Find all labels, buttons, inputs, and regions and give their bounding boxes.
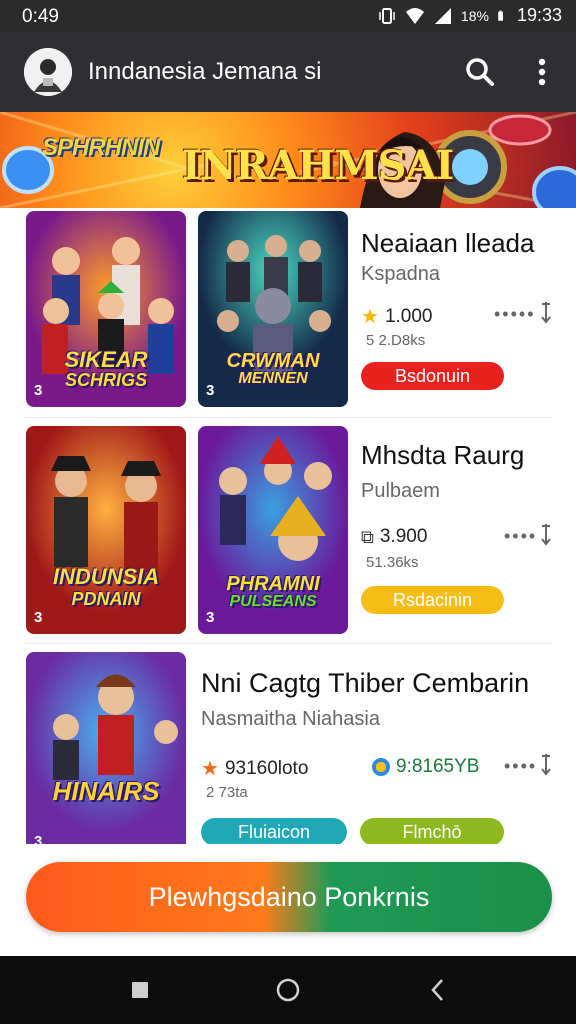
copy-icon: ⧉ xyxy=(361,526,374,547)
thumb-label: SIKEAR xyxy=(64,347,148,372)
thumb-number: 3 xyxy=(206,382,215,399)
install-button[interactable]: Rsdacinin xyxy=(361,586,504,614)
size-text: 51.36ks xyxy=(366,554,419,571)
game-subtitle: Pulbaem xyxy=(361,480,440,502)
download-icon[interactable] xyxy=(540,522,552,548)
thumb-number: 3 xyxy=(34,833,43,844)
rating: ★ 1.000 xyxy=(361,305,433,329)
game-list-item[interactable]: SIKEAR SCHRIGS 3 CRWMAN MENNEN 3 Neaiaan… xyxy=(0,208,576,418)
thumb-number: 3 xyxy=(206,609,215,626)
avatar-icon xyxy=(24,48,72,96)
more-dots[interactable]: •••• xyxy=(504,756,537,777)
size-text: 2 73ta xyxy=(206,784,248,801)
more-dots[interactable]: ••••• xyxy=(494,304,536,325)
game-thumbnail[interactable]: INDUNSIA PDNAIN 3 xyxy=(26,426,186,634)
status-clock: 19:33 xyxy=(516,5,562,25)
primary-cta-button[interactable]: Plewhgsdaino Ponkrnis xyxy=(26,862,552,932)
system-nav-bar xyxy=(0,956,576,1024)
status-time: 0:49 xyxy=(22,6,59,27)
thumb-label: MENNEN xyxy=(238,370,308,387)
back-icon[interactable] xyxy=(424,976,452,1004)
game-list-item[interactable]: HINAIRS 3 Nni Cagtg Thiber Cembarin Nasm… xyxy=(0,644,576,844)
thumb-label: HINAIRS xyxy=(52,776,160,806)
star-icon: ★ xyxy=(361,306,379,328)
rating: ★ 93160loto xyxy=(201,757,309,781)
banner-title: INRAHMSAI xyxy=(182,142,454,189)
battery-text: 18% xyxy=(460,7,489,24)
rating: ⧉ 3.900 xyxy=(361,526,428,547)
game-subtitle: Nasmaitha Niahasia xyxy=(201,708,380,730)
avatar[interactable] xyxy=(24,48,72,96)
game-title: Neaiaan lleada xyxy=(361,228,535,258)
thumb-label: INDUNSIA xyxy=(52,564,160,589)
game-list-item[interactable]: INDUNSIA PDNAIN 3 PHRAMNI PULSEANS 3 Mhs… xyxy=(0,418,576,644)
download-icon[interactable] xyxy=(540,300,552,326)
promo-banner[interactable]: SPHRHNIN INRAHMSAI xyxy=(0,112,576,208)
download-icon[interactable] xyxy=(540,752,552,778)
game-title: Nni Cagtg Thiber Cembarin xyxy=(201,668,530,698)
install-button[interactable]: Fluiaicon xyxy=(201,818,347,844)
size-text: 5 2.D8ks xyxy=(366,332,426,349)
app-bar: Inndanesia Jemana si xyxy=(0,32,576,112)
recents-icon[interactable] xyxy=(126,976,154,1004)
battery-icon xyxy=(498,10,503,21)
wifi-icon xyxy=(405,7,424,24)
status-bar: 0:49 18% 19:33 xyxy=(0,0,576,32)
game-thumbnail[interactable]: HINAIRS 3 xyxy=(26,652,186,844)
banner-logo: SPHRHNIN xyxy=(42,134,160,161)
game-thumbnail[interactable]: CRWMAN MENNEN 3 xyxy=(198,211,348,407)
app-title: Inndanesia Jemana si xyxy=(88,58,322,85)
thumb-label: SCHRIGS xyxy=(64,370,147,390)
game-subtitle: Kspadna xyxy=(361,263,440,285)
secondary-button[interactable]: Flmchō xyxy=(360,818,504,844)
signal-icon xyxy=(434,7,451,24)
thumb-label: PULSEANS xyxy=(229,593,317,610)
search-icon[interactable] xyxy=(462,54,498,90)
more-vert-icon[interactable] xyxy=(528,54,556,90)
vibrate-icon xyxy=(379,7,395,24)
install-button[interactable]: Bsdonuin xyxy=(361,362,504,390)
badge-icon xyxy=(372,758,390,776)
secondary-stat: 9:8165YB xyxy=(372,756,479,778)
thumb-label: CRWMAN xyxy=(226,350,320,372)
thumb-number: 3 xyxy=(34,382,43,399)
thumb-label: PHRAMNI xyxy=(226,573,320,595)
more-dots[interactable]: •••• xyxy=(504,526,537,547)
game-title: Mhsdta Raurg xyxy=(361,440,525,470)
thumb-number: 3 xyxy=(34,609,43,626)
game-thumbnail[interactable]: PHRAMNI PULSEANS 3 xyxy=(198,426,348,634)
star-icon: ★ xyxy=(201,758,219,780)
thumb-label: PDNAIN xyxy=(71,589,141,609)
home-icon[interactable] xyxy=(274,976,302,1004)
game-thumbnail[interactable]: SIKEAR SCHRIGS 3 xyxy=(26,211,186,407)
